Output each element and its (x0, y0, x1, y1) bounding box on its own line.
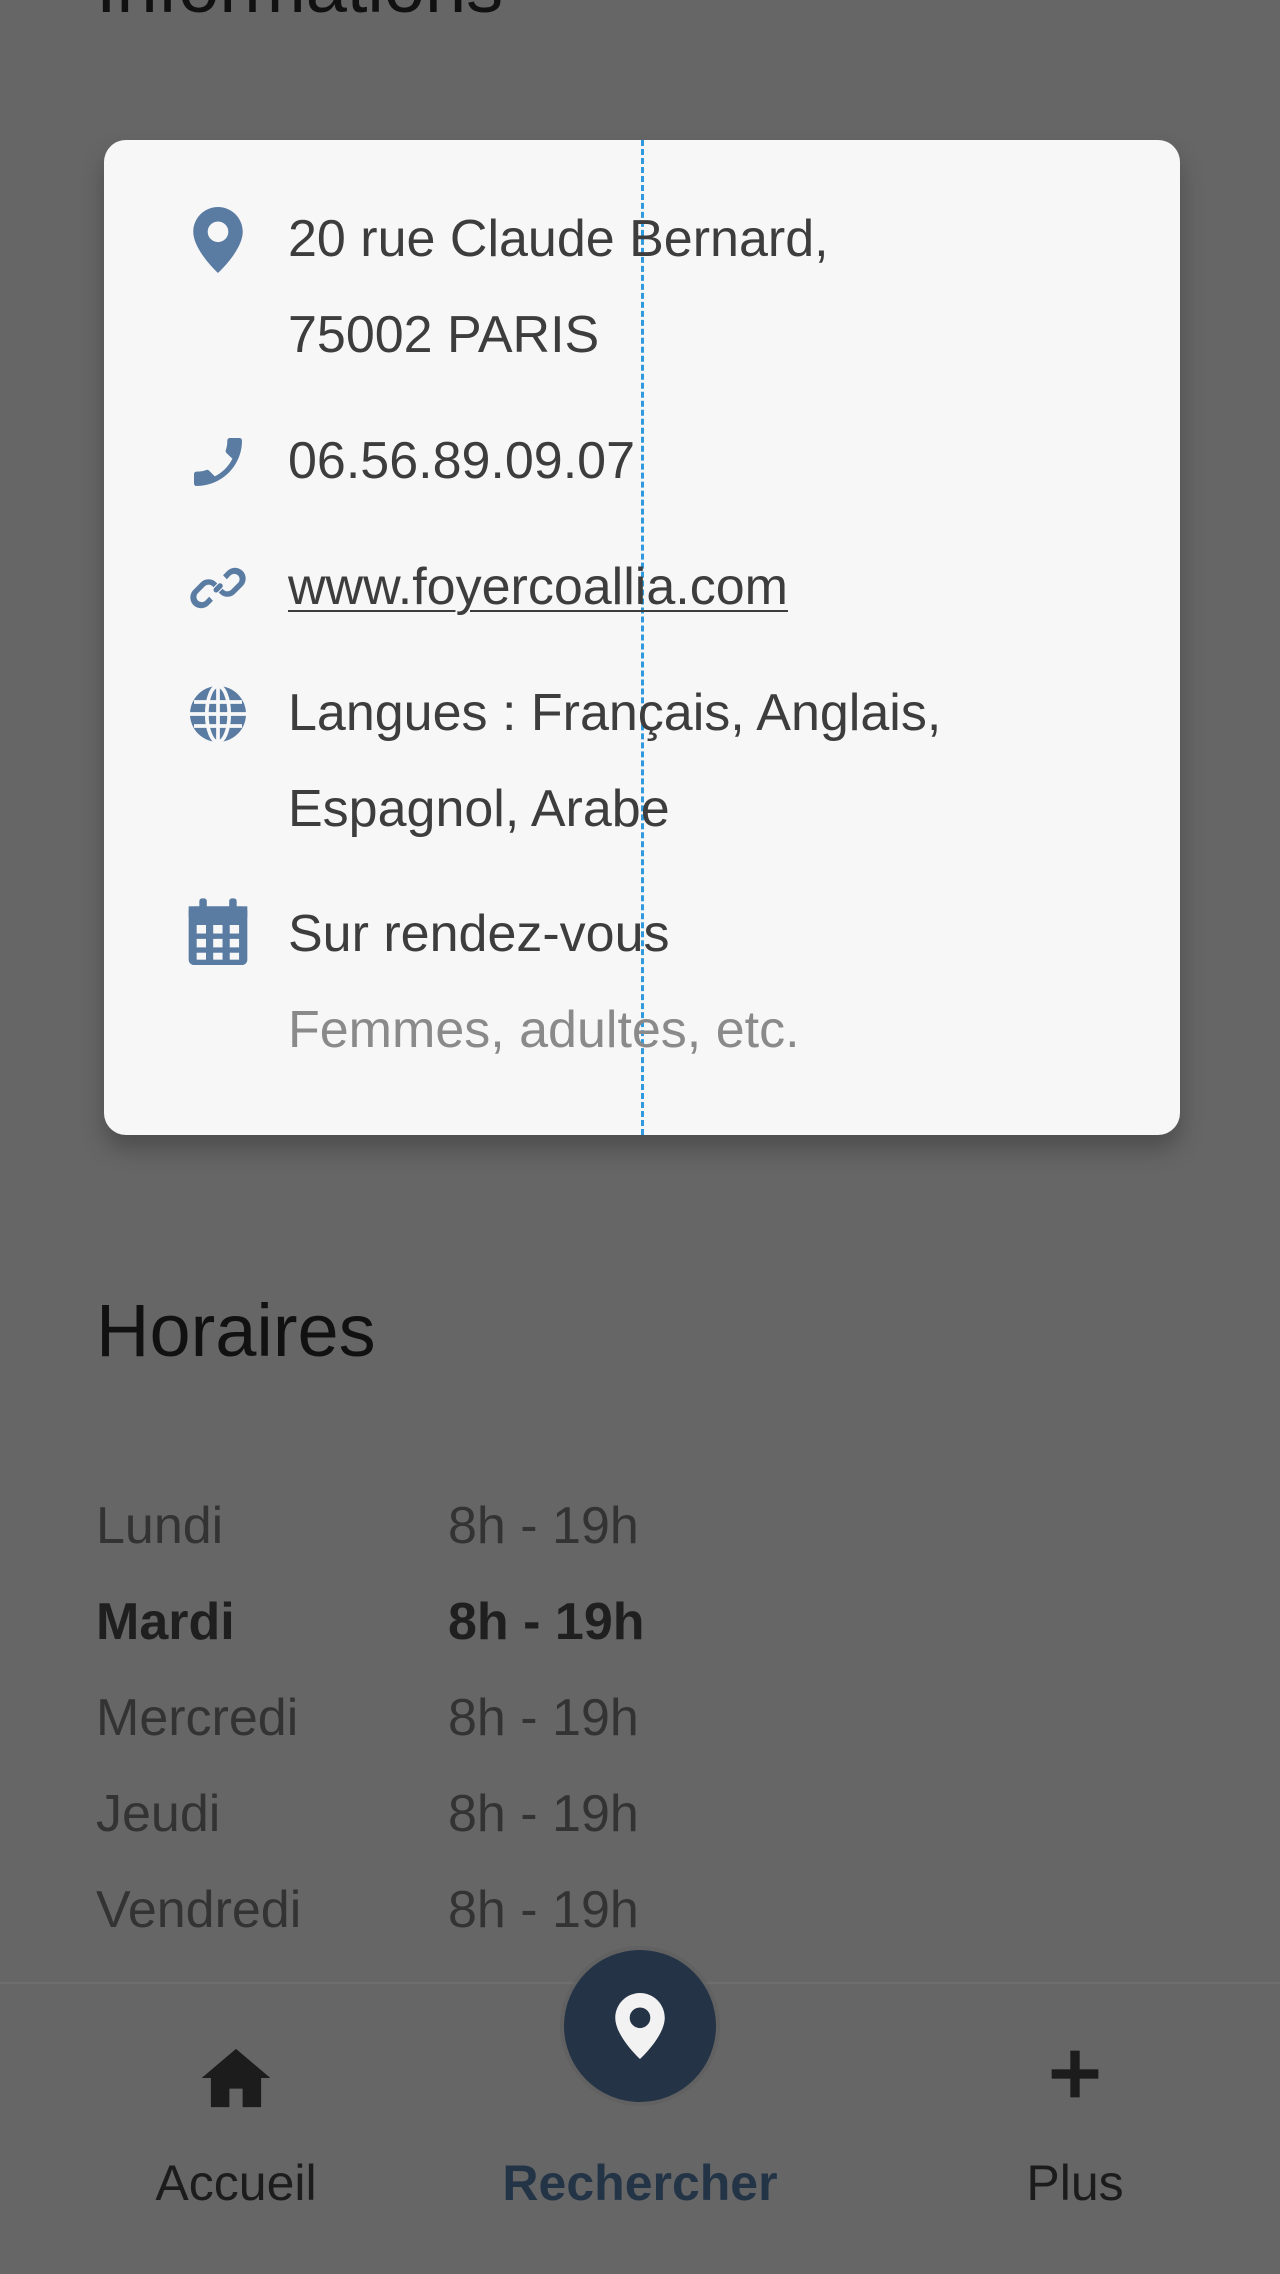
map-marker-icon (182, 204, 254, 276)
globe-icon (182, 678, 254, 750)
link-icon (182, 552, 254, 624)
hours-row-vendredi: Vendredi 8h - 19h (96, 1862, 645, 1958)
languages-line-2: Espagnol, Arabe (288, 780, 670, 838)
calendar-icon (182, 897, 254, 969)
phone-number[interactable]: 06.56.89.09.07 (288, 413, 1108, 509)
hours-time: 8h - 19h (448, 1785, 639, 1843)
appointment-text: Sur rendez-vous (288, 905, 670, 963)
audience-text: Femmes, adultes, etc. (288, 1001, 800, 1059)
hours-time: 8h - 19h (448, 1497, 639, 1555)
website-link[interactable]: www.foyercoallia.com (288, 558, 788, 616)
phone-icon (182, 426, 254, 498)
search-fab-button[interactable] (564, 1950, 716, 2102)
languages-block: Langues : Français, Anglais, Espagnol, A… (288, 665, 1108, 857)
hours-row-lundi: Lundi 8h - 19h (96, 1478, 645, 1574)
hours-row-mardi: Mardi 8h - 19h (96, 1574, 645, 1670)
info-card: 20 rue Claude Bernard, 75002 PARIS 06.56… (104, 140, 1180, 1135)
nav-rechercher-label: Rechercher (502, 2155, 778, 2211)
nav-plus[interactable]: Plus (925, 1984, 1225, 2274)
horaires-title: Horaires (96, 1289, 376, 1372)
website-text: www.foyercoallia.com (288, 539, 1108, 635)
home-icon (201, 2048, 271, 2108)
languages-line-1: Langues : Français, Anglais, (288, 684, 942, 742)
nav-accueil[interactable]: Accueil (86, 1984, 386, 2274)
hours-row-mercredi: Mercredi 8h - 19h (96, 1670, 645, 1766)
hours-time: 8h - 19h (448, 1689, 639, 1747)
hours-day: Vendredi (96, 1881, 302, 1939)
hours-day: Mardi (96, 1593, 235, 1651)
hours-table: Lundi 8h - 19h Mardi 8h - 19h Mercredi 8… (96, 1478, 645, 1958)
address-block: 20 rue Claude Bernard, 75002 PARIS (288, 191, 1108, 383)
nav-accueil-label: Accueil (155, 2155, 317, 2211)
address-line-2: 75002 PARIS (288, 306, 600, 364)
hours-day: Lundi (96, 1497, 224, 1555)
appointment-block: Sur rendez-vous Femmes, adultes, etc. (288, 886, 1108, 1078)
hours-day: Mercredi (96, 1689, 299, 1747)
address-line-1: 20 rue Claude Bernard, (288, 210, 829, 268)
hours-row-jeudi: Jeudi 8h - 19h (96, 1766, 645, 1862)
hours-time: 8h - 19h (448, 1593, 645, 1651)
nav-plus-label: Plus (1026, 2155, 1124, 2211)
informations-title: Informations (96, 0, 503, 24)
plus-icon (1051, 2050, 1099, 2098)
hours-day: Jeudi (96, 1785, 221, 1843)
hours-time: 8h - 19h (448, 1881, 639, 1939)
map-marker-icon (615, 1993, 665, 2059)
